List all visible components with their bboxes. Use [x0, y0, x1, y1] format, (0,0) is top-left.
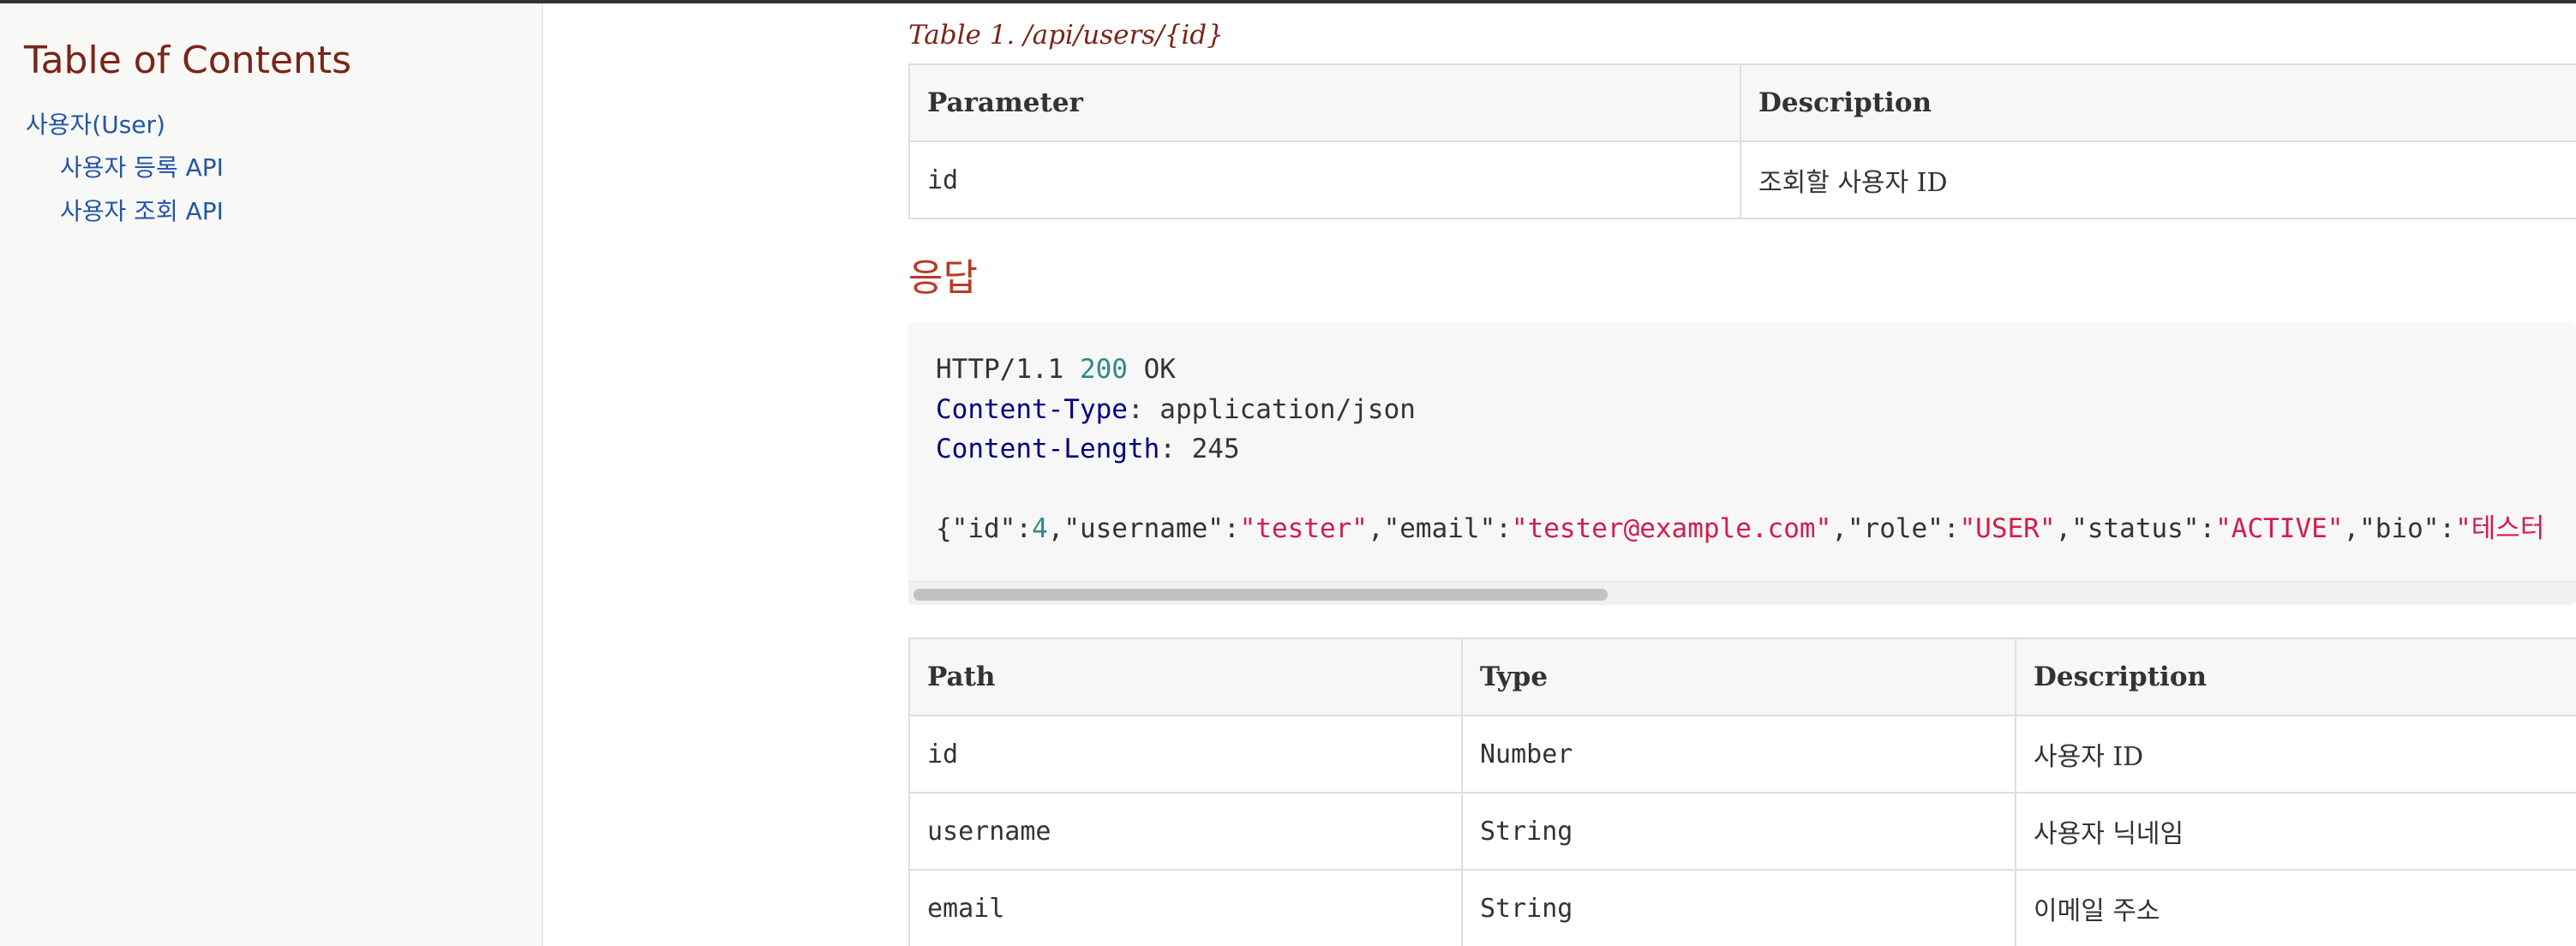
json-value-username: "tester": [1239, 513, 1368, 544]
json-key-role: ,"role":: [1831, 513, 1960, 544]
field-type-cell: String: [1461, 869, 2016, 946]
table-row: username String 사용자 닉네임: [908, 792, 2576, 871]
param-name-cell: id: [908, 141, 1741, 219]
table-header-row: Path Type Description: [908, 638, 2576, 716]
params-table-caption: Table 1. /api/users/{id}: [908, 20, 1224, 51]
json-key-email: ,"email":: [1367, 513, 1512, 544]
code-header-value: : application/json: [1127, 393, 1416, 425]
code-header-sep: :: [1159, 434, 1192, 464]
field-description-cell: 사용자 ID: [2015, 715, 2576, 793]
table-row: id 조회할 사용자 ID: [908, 141, 2576, 219]
scrollbar-thumb[interactable]: [914, 589, 1608, 601]
toc-link-get-api[interactable]: 사용자 조회 API: [60, 195, 224, 229]
header-description: Description: [2015, 638, 2576, 716]
toc-link-user[interactable]: 사용자(User): [26, 108, 165, 142]
code-header-name: Content-Type: [936, 393, 1128, 425]
code-line-content-type: Content-Type: application/json: [936, 390, 2544, 430]
json-open: {"id":: [936, 513, 1032, 544]
code-line-content-length: Content-Length: 245: [936, 429, 2544, 470]
horizontal-scrollbar[interactable]: [908, 581, 2576, 605]
json-key-username: ,"username":: [1047, 513, 1240, 544]
toc-link-register-api[interactable]: 사용자 등록 API: [60, 151, 224, 185]
code-header-name: Content-Length: [936, 434, 1160, 464]
path-parameters-table: Parameter Description id 조회할 사용자 ID: [908, 63, 2576, 219]
toc-sidebar: Table of Contents 사용자(User) 사용자 등록 API 사…: [0, 3, 543, 946]
toc-title: Table of Contents: [24, 39, 352, 82]
code-header-value: 245: [1191, 434, 1240, 464]
response-fields-table: Path Type Description id Number 사용자 ID u…: [908, 638, 2576, 946]
json-key-bio: ,"bio":: [2343, 513, 2456, 544]
table-row: id Number 사용자 ID: [908, 715, 2576, 793]
field-type-cell: String: [1461, 792, 2016, 871]
json-value-role: "USER": [1959, 513, 2056, 544]
param-description-cell: 조회할 사용자 ID: [1740, 141, 2576, 219]
code-status-prefix: HTTP/1.1: [936, 354, 1080, 385]
header-parameter: Parameter: [908, 63, 1741, 142]
field-description-cell: 사용자 닉네임: [2015, 792, 2576, 871]
header-description: Description: [1740, 63, 2576, 142]
http-response-code-block: HTTP/1.1 200 OK Content-Type: application…: [908, 322, 2576, 605]
response-heading: 응답: [908, 256, 978, 300]
field-description-cell: 이메일 주소: [2015, 869, 2576, 946]
table-header-row: Parameter Description: [908, 63, 2576, 142]
json-value-bio: "테스터: [2455, 513, 2545, 544]
code-line-json: {"id":4,"username":"tester","email":"tes…: [936, 509, 2544, 549]
field-type-cell: Number: [1461, 715, 2016, 793]
content: Table 1. /api/users/{id} Parameter Descr…: [908, 3, 2576, 946]
field-path-cell: username: [908, 792, 1463, 871]
code-text: HTTP/1.1 200 OK Content-Type: application…: [936, 350, 2544, 549]
code-line-status: HTTP/1.1 200 OK: [936, 350, 2544, 390]
json-value-email: "tester@example.com": [1511, 513, 1832, 544]
field-path-cell: email: [908, 869, 1463, 946]
json-value-id: 4: [1031, 513, 1048, 544]
header-type: Type: [1461, 638, 2016, 716]
header-path: Path: [908, 638, 1463, 716]
code-status-code: 200: [1079, 354, 1128, 385]
json-value-status: "ACTIVE": [2215, 513, 2344, 544]
field-path-cell: id: [908, 715, 1463, 793]
code-status-text: OK: [1127, 354, 1176, 385]
json-key-status: ,"status":: [2055, 513, 2216, 544]
table-row: email String 이메일 주소: [908, 869, 2576, 946]
